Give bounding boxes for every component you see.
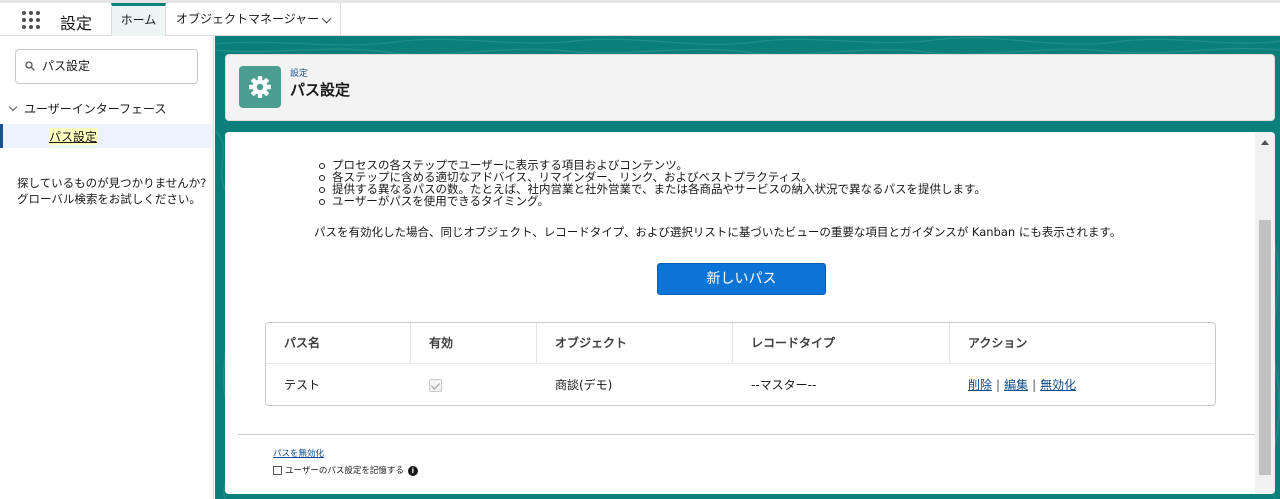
content-card: プロセスの各ステップでユーザーに表示する項目およびコンテンツ。 各ステップに含め… [225,132,1275,494]
remember-path-settings: ユーザーのパス設定を記憶する i [273,464,418,476]
delete-link[interactable]: 削除 [968,378,992,392]
vertical-scrollbar[interactable] [1255,132,1275,494]
table-header-row: パス名 有効 オブジェクト レコードタイプ アクション [266,323,1215,364]
breadcrumb[interactable]: 設定 [290,66,308,79]
new-path-button[interactable]: 新しいパス [657,263,826,295]
table-row: テスト 商談(デモ) --マスター-- 削除 | 編集 | 無効化 [266,364,1215,406]
gear-icon [249,76,271,98]
tree-item-label: ユーザーインターフェース [24,102,167,116]
deactivate-link[interactable]: 無効化 [1040,378,1076,392]
info-icon[interactable]: i [407,465,418,476]
cell-actions: 削除 | 編集 | 無効化 [950,364,1215,406]
app-launcher-icon[interactable] [22,11,40,29]
list-item: ユーザーがパスを使用できるタイミング。 [318,195,986,207]
column-header-path-name: パス名 [266,323,411,364]
edit-link[interactable]: 編集 [1004,378,1028,392]
active-checkbox [429,379,442,392]
page-header: 設定 パス設定 [225,54,1275,121]
quick-find-input[interactable] [42,58,192,72]
not-found-line-1: 探しているものが見つかりませんか? [17,176,207,190]
tree-item-path-settings-link[interactable]: パス設定 [49,128,98,145]
column-header-actions: アクション [968,336,1028,350]
feature-list: プロセスの各ステップでユーザーに表示する項目およびコンテンツ。 各ステップに含め… [318,159,986,207]
chevron-down-icon[interactable] [321,13,332,24]
scroll-thumb[interactable] [1259,220,1271,475]
action-separator: | [1032,378,1037,392]
remember-checkbox[interactable] [273,466,282,475]
kanban-description: パスを有効化した場合、同じオブジェクト、レコードタイプ、および選択リストに基づい… [314,225,1122,239]
cell-path-name: テスト [284,378,321,392]
content-frame: プロセスの各ステップでユーザーに表示する項目およびコンテンツ。 各ステップに含め… [225,132,1255,494]
tree-item-path-settings[interactable]: パス設定 [0,124,213,148]
tab-object-manager[interactable]: オブジェクトマネージャー [166,3,341,36]
column-header-record-type: レコードタイプ [733,323,950,364]
quick-find-box[interactable] [15,49,198,84]
cell-object: 商談(デモ) [555,378,613,392]
scroll-up-arrow-icon[interactable] [1261,140,1269,145]
tab-home[interactable]: ホーム [111,3,166,36]
page-title: パス設定 [290,81,351,99]
column-header-active: 有効 [411,323,537,364]
chevron-down-icon[interactable] [8,102,18,112]
cell-record-type: --マスター-- [751,378,817,392]
search-icon [25,61,35,71]
tree-item-user-interface[interactable]: ユーザーインターフェース [8,100,167,117]
paths-table: パス名 有効 オブジェクト レコードタイプ アクション テスト 商談(デモ) -… [265,322,1216,406]
not-found-line-2: グローバル検索をお試しください。 [17,192,201,206]
divider [238,434,1255,435]
setup-icon-box [239,66,281,108]
not-found-hint: 探しているものが見つかりませんか? グローバル検索をお試しください。 [17,175,207,207]
remember-label: ユーザーのパス設定を記憶する [285,466,404,476]
global-header: 設定 ホーム オブジェクトマネージャー [0,0,1280,36]
column-header-object: オブジェクト [537,323,733,364]
action-separator: | [996,378,1001,392]
setup-sidebar: ユーザーインターフェース パス設定 探しているものが見つかりませんか? グローバ… [0,36,214,499]
app-name: 設定 [60,14,93,33]
tab-object-manager-label: オブジェクトマネージャー [176,12,320,26]
disable-path-link[interactable]: パスを無効化 [273,447,324,459]
main-area: 設定 パス設定 プロセスの各ステップでユーザーに表示する項目およびコンテンツ。 … [215,36,1280,499]
